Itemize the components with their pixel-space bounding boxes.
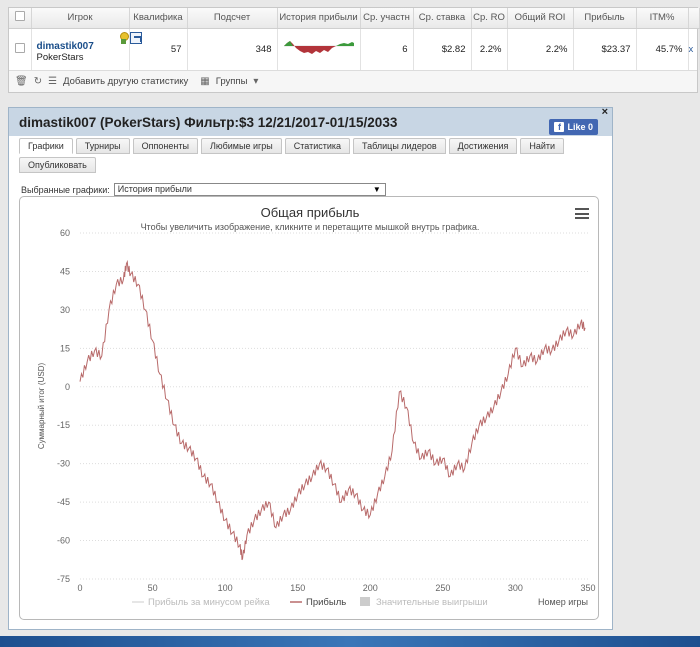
x-tick-label: 100	[218, 583, 233, 593]
chart-subtitle: Чтобы увеличить изображение, кликните и …	[141, 222, 480, 232]
tab-achievements[interactable]: Достижения	[448, 138, 518, 154]
facebook-like-button[interactable]: f Like 0	[549, 119, 598, 135]
y-tick-label: -45	[57, 497, 70, 507]
tab-leaderboards[interactable]: Таблицы лидеров	[353, 138, 446, 154]
col-header-avg-entrants[interactable]: Ср. участн	[360, 8, 414, 29]
chart-select-value: История прибыли	[117, 184, 192, 194]
row-checkbox[interactable]	[14, 42, 25, 53]
col-header-profit-history[interactable]: История прибыли	[277, 8, 361, 29]
tab-tournaments[interactable]: Турниры	[75, 138, 130, 154]
groups-dropdown[interactable]: Группы	[216, 76, 248, 87]
close-icon[interactable]: ×	[602, 106, 608, 118]
y-axis-label: Суммарный итог (USD)	[37, 363, 46, 450]
count-value: 348	[187, 28, 278, 70]
x-axis-label: Номер игры	[538, 597, 588, 607]
y-tick-label: 60	[60, 228, 70, 238]
tab-charts[interactable]: Графики	[19, 138, 73, 154]
legend-item-profit-minus-rake[interactable]: Прибыль за минусом рейка	[148, 597, 270, 608]
y-tick-label: 30	[60, 305, 70, 315]
refresh-icon[interactable]: ↻	[34, 76, 42, 87]
col-header-count[interactable]: Подсчет	[187, 8, 278, 29]
x-tick-label: 200	[363, 583, 378, 593]
trash-icon[interactable]: 🗑	[15, 76, 28, 87]
x-tick-label: 250	[435, 583, 450, 593]
medal-icon[interactable]	[119, 31, 129, 44]
y-tick-label: -75	[57, 574, 70, 584]
total-roi-value: 2.2%	[507, 28, 574, 70]
series-line-profit	[79, 259, 586, 561]
x-tick-label: 150	[290, 583, 305, 593]
avg-entrants-value: 6	[360, 28, 414, 70]
panel-tabs: Графики Турниры Оппоненты Любимые игры С…	[19, 138, 609, 173]
col-header-avg-roi[interactable]: Ср. RO	[471, 8, 508, 29]
avg-stake-value: $2.82	[413, 28, 472, 70]
y-tick-label: -60	[57, 536, 70, 546]
chevron-down-icon: ▼	[372, 185, 381, 194]
table-row: dimastik007 PokerStars 57 348 6 $2.82 2.…	[9, 28, 700, 70]
stats-toolbar: 🗑 ↻ ☰ Добавить другую статистику ▦ Групп…	[9, 69, 697, 92]
y-tick-label: -15	[57, 420, 70, 430]
tab-search[interactable]: Найти	[520, 138, 565, 154]
taskbar	[0, 636, 700, 647]
tab-publish[interactable]: Опубликовать	[19, 157, 96, 173]
panel-header: dimastik007 (PokerStars) Фильтр:$3 12/21…	[9, 108, 612, 136]
avg-roi-value: 2.2%	[471, 28, 508, 70]
y-tick-label: 0	[65, 382, 70, 392]
row-checkbox-cell[interactable]	[9, 28, 32, 70]
stats-table-panel: Игрок Квалифика Подсчет История прибыли …	[8, 7, 700, 93]
y-tick-label: -30	[57, 459, 70, 469]
chart-select-label: Выбранные графики:	[21, 184, 110, 195]
x-tick-label: 300	[508, 583, 523, 593]
legend-item-big-wins[interactable]: Значительные выигрыши	[376, 597, 488, 608]
tab-favorite-games[interactable]: Любимые игры	[200, 138, 282, 154]
itm-value: 45.7%	[636, 28, 689, 70]
col-header-avg-stake[interactable]: Ср. ставка	[413, 8, 472, 29]
select-all-checkbox[interactable]	[14, 11, 25, 22]
col-header-empty	[688, 8, 700, 29]
x-tick-label: 0	[77, 583, 82, 593]
chart-title: Общая прибыль	[261, 205, 360, 220]
player-panel: dimastik007 (PokerStars) Фильтр:$3 12/21…	[8, 106, 613, 630]
col-header-qualifier[interactable]: Квалифика	[129, 8, 188, 29]
row-remove-cell[interactable]: x	[688, 28, 700, 70]
add-stats-icon: ☰	[48, 75, 58, 87]
col-header-total-roi[interactable]: Общий ROI	[507, 8, 574, 29]
tab-opponents[interactable]: Оппоненты	[132, 138, 198, 154]
stats-table: Игрок Квалифика Подсчет История прибыли …	[9, 8, 700, 70]
profit-chart[interactable]: Общая прибыль Чтобы увеличить изображение…	[19, 196, 599, 620]
legend-item-profit[interactable]: Прибыль	[306, 597, 346, 608]
y-tick-label: 45	[60, 266, 70, 276]
player-site: PokerStars	[36, 52, 84, 63]
profit-value: $23.37	[573, 28, 637, 70]
groups-icon: ▦	[200, 75, 210, 87]
chart-select[interactable]: История прибыли ▼	[113, 183, 386, 196]
player-name-link[interactable]: dimastik007	[37, 41, 129, 52]
x-tick-label: 350	[580, 583, 595, 593]
player-cell: dimastik007 PokerStars	[31, 28, 142, 70]
chart-select-row: Выбранные графики: История прибыли ▼	[21, 183, 386, 196]
tab-statistics[interactable]: Статистика	[284, 138, 351, 154]
profit-chart-svg[interactable]: Общая прибыль Чтобы увеличить изображение…	[20, 197, 600, 621]
legend-item-big-wins-swatch	[360, 597, 370, 606]
col-header-itm[interactable]: ITM%	[636, 8, 689, 29]
select-all-header[interactable]	[9, 8, 32, 29]
col-header-profit[interactable]: Прибыль	[573, 8, 637, 29]
profit-sparkline-cell[interactable]	[277, 28, 361, 70]
col-header-player[interactable]: Игрок	[31, 8, 130, 29]
export-icon[interactable]	[129, 31, 142, 44]
like-label: Like 0	[567, 122, 593, 132]
row-remove-icon[interactable]: x	[689, 44, 694, 55]
y-tick-label: 15	[60, 343, 70, 353]
profit-sparkline[interactable]	[278, 29, 358, 67]
panel-title: dimastik007 (PokerStars) Фильтр:$3 12/21…	[19, 114, 398, 130]
chevron-down-icon[interactable]: ▾	[253, 76, 258, 87]
x-tick-label: 50	[148, 583, 158, 593]
add-stats-button[interactable]: Добавить другую статистику	[63, 76, 188, 87]
facebook-icon: f	[554, 122, 565, 132]
